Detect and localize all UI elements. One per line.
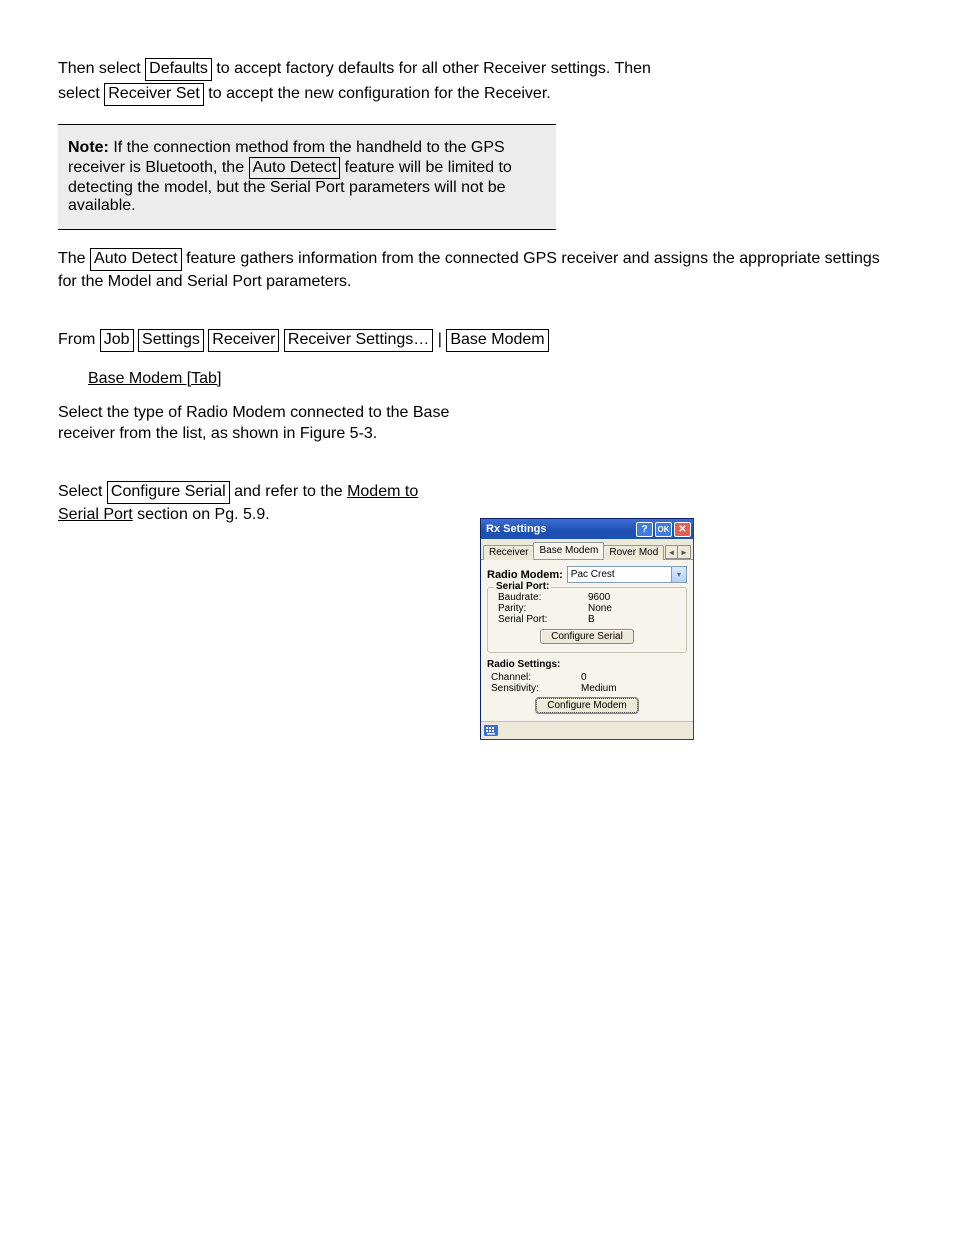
tab-scroll-right[interactable]: ► [678, 545, 691, 559]
dialog-statusbar [481, 721, 693, 739]
chevron-left-icon: ◄ [668, 548, 676, 557]
channel-row: Channel: 0 [487, 672, 687, 683]
nav-receiver: Receiver [208, 329, 279, 352]
serial-port-value: B [588, 614, 595, 625]
text: The [58, 250, 90, 267]
baudrate-row: Baudrate: 9600 [494, 592, 680, 603]
radio-modem-select[interactable]: Pac Crest ▾ [567, 566, 687, 583]
parity-label: Parity: [498, 603, 588, 614]
help-button[interactable]: ? [636, 522, 653, 537]
ok-button[interactable]: OK [655, 522, 672, 537]
parity-row: Parity: None [494, 603, 680, 614]
close-button[interactable]: ✕ [674, 522, 691, 537]
serial-port-legend: Serial Port: [494, 581, 551, 592]
close-icon: ✕ [678, 524, 686, 535]
parity-value: None [588, 603, 612, 614]
sensitivity-value: Medium [581, 683, 617, 694]
text: From [58, 331, 100, 348]
section-heading-base-modem: Base Modem [Tab] [88, 370, 896, 388]
channel-label: Channel: [491, 672, 581, 683]
nav-job: Job [100, 329, 134, 352]
dialog-tabstrip: Receiver Base Modem Rover Mod ◄ ► [481, 539, 693, 560]
text: Select [58, 483, 107, 500]
tab-rover-modem[interactable]: Rover Mod [603, 545, 664, 560]
auto-detect-button-ref-2: Auto Detect [90, 248, 182, 271]
dropdown-icon: ▾ [671, 567, 686, 582]
text: Then select [58, 60, 145, 77]
note-block: Note: If the connection method from the … [58, 124, 556, 231]
baudrate-value: 9600 [588, 592, 610, 603]
tab-scroll: ◄ ► [665, 545, 691, 559]
figure-text: Select the type of Radio Modem connected… [58, 402, 456, 445]
auto-detect-button-ref: Auto Detect [249, 157, 341, 180]
text: feature gathers information from the con… [58, 250, 880, 290]
chevron-right-icon: ► [680, 548, 688, 557]
serial-port-row: Serial Port: B [494, 614, 680, 625]
text: and refer to the [234, 483, 347, 500]
tab-receiver[interactable]: Receiver [483, 545, 534, 560]
baudrate-label: Baudrate: [498, 592, 588, 603]
configure-serial-paragraph: Select Configure Serial and refer to the… [58, 481, 456, 525]
dialog-titlebar: Rx Settings ? OK ✕ [481, 519, 693, 539]
defaults-button-ref: Defaults [145, 58, 212, 81]
text: to accept factory defaults for all other… [216, 60, 651, 77]
paragraph-auto-detect: The Auto Detect feature gathers informat… [58, 248, 896, 292]
configure-modem-button[interactable]: Configure Modem [536, 698, 637, 713]
nav-base-modem: Base Modem [446, 329, 548, 352]
note-label: Note: [68, 139, 109, 156]
radio-modem-value: Pac Crest [571, 569, 615, 580]
serial-port-label: Serial Port: [498, 614, 588, 625]
dialog-body: Radio Modem: Pac Crest ▾ Serial Port: Ba… [481, 560, 693, 721]
configure-serial-button-ref: Configure Serial [107, 481, 230, 504]
tab-base-modem[interactable]: Base Modem [533, 542, 604, 559]
serial-port-fieldset: Serial Port: Baudrate: 9600 Parity: None… [487, 587, 687, 653]
paragraph-receiver-set: select Receiver Set to accept the new co… [58, 83, 896, 106]
receiver-set-button-ref: Receiver Set [104, 83, 204, 106]
configure-serial-button[interactable]: Configure Serial [540, 629, 634, 644]
text: to accept the new configuration for the … [208, 85, 550, 102]
sensitivity-label: Sensitivity: [491, 683, 581, 694]
nav-sep: | [438, 331, 447, 348]
keyboard-icon[interactable] [484, 725, 498, 736]
paragraph-defaults: Then select Defaults to accept factory d… [58, 58, 896, 81]
dialog-title: Rx Settings [486, 523, 634, 535]
text: select [58, 85, 104, 102]
channel-value: 0 [581, 672, 587, 683]
tab-scroll-left[interactable]: ◄ [665, 545, 678, 559]
radio-modem-label: Radio Modem: [487, 569, 563, 581]
breadcrumb-nav: From Job Settings Receiver Receiver Sett… [58, 329, 896, 352]
sensitivity-row: Sensitivity: Medium [487, 683, 687, 694]
radio-settings-label: Radio Settings: [487, 659, 687, 670]
nav-receiver-settings: Receiver Settings… [284, 329, 433, 352]
text: section on Pg. 5.9. [137, 506, 270, 523]
rx-settings-dialog: Rx Settings ? OK ✕ Receiver Base Modem R… [480, 518, 694, 740]
nav-settings: Settings [138, 329, 204, 352]
